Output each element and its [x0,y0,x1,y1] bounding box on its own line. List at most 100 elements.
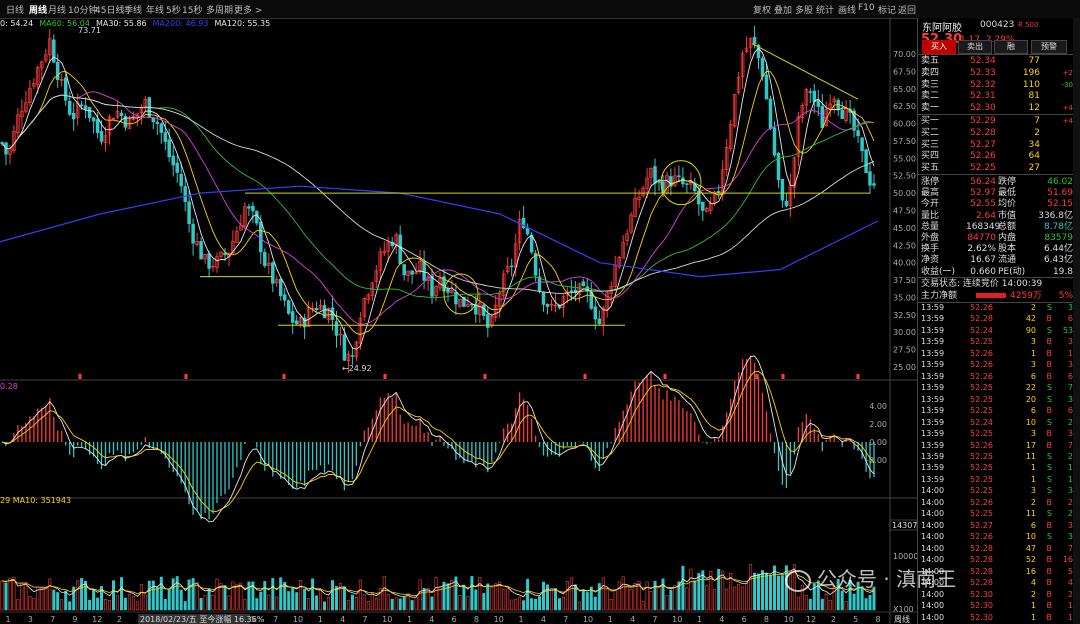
period-tab-5[interactable]: 季线 [124,3,142,16]
candle-body [247,206,251,209]
side-strip[interactable] [1073,18,1080,624]
tick-price: 52.30 [970,612,993,622]
toolbar-action-0[interactable]: 复权 [753,3,771,16]
tick-time: 13:59 [921,474,945,484]
toolbar-action-2[interactable]: 多股 [795,3,813,16]
period-tab-0[interactable]: 日线 [6,3,24,16]
quote-label: 均价 [998,199,1017,210]
volume-bar [8,577,12,611]
volume-bar [346,599,350,611]
candle-body [95,119,100,133]
volume-bar [534,598,538,611]
quote-row: 量比 2.64 市值 336.8亿 [918,210,1074,222]
volume-bar [366,601,370,611]
volume-bar [418,579,422,611]
tick-row: 14:00 52.28 47 B 7 [918,544,1074,553]
xaxis-tick-label: 1 [608,615,613,624]
toolbar-action-1[interactable]: 叠加 [774,3,792,16]
volume-bar [530,598,534,611]
tick-side: B [1046,566,1053,576]
xaxis-tick-label: 4 [630,615,635,624]
tick-price: 52.28 [970,555,993,565]
volume-bar [585,592,589,611]
ask-volume: 110 [1022,79,1040,90]
trade-button-3[interactable]: 预警 [1031,40,1067,54]
quote-value: 6.43亿 [1043,255,1073,266]
volume-bar [450,580,454,611]
volume-bar [318,589,322,611]
tick-row: 13:59 52.25 3 B 3 [918,429,1074,438]
toolbar-action-6[interactable]: 标记 [878,3,896,16]
xaxis-tick-label: 8 [474,615,479,624]
volume-bar [458,595,462,611]
period-tab-2[interactable]: 月线 [48,3,66,16]
tick-price: 52.24 [970,325,993,335]
candle-body [183,186,187,202]
tick-side: S [1046,532,1052,542]
period-tab-7[interactable]: 5秒 [166,3,181,16]
quote-value: 0.660 [970,266,996,277]
trade-button-0[interactable]: 买入 [922,40,956,54]
toolbar-action-5[interactable]: F10 [858,3,875,13]
volume-bar [764,572,768,611]
volume-ma5-line [1,568,875,598]
volume-bar [756,573,760,611]
volume-bar [374,597,378,611]
toolbar-action-4[interactable]: 画线 [838,3,856,16]
price-axis-label: 27.50 [893,346,916,355]
volume-bar [697,573,701,611]
volume-bar [434,577,438,611]
tick-volume: 47 [1025,543,1036,553]
volume-bar [629,589,633,611]
quote-value: 2.62% [967,244,996,255]
volume-bar [203,595,207,611]
quote-label: 涨停 [921,177,940,187]
period-tab-10[interactable]: 更多 > [234,3,262,16]
candle-body [402,264,406,276]
toolbar-action-3[interactable]: 统计 [816,3,834,16]
volume-bar [776,575,780,611]
period-tab-1[interactable]: 周线 [29,3,47,16]
candle-body [79,104,84,106]
quote-row: 最高 52.97 最低 51.69 [918,187,1074,199]
tick-side: S [1046,302,1052,312]
bid-volume: 27 [1028,163,1040,174]
xaxis-tick-label: 10 [293,615,303,624]
tick-volume: 1 [1030,474,1036,484]
xaxis-tick-label: 7 [563,615,568,624]
xaxis-tick-label: 1 [697,615,702,624]
period-tab-4[interactable]: 45日线 [95,3,124,16]
event-marker [583,374,587,379]
ma60-line [1,94,875,299]
candle-body [187,201,191,225]
ma-legend-item-1: MA60: 56.04 [39,19,90,28]
period-tab-3[interactable]: 10分钟 [68,3,97,16]
quote-value: 2.64 [975,210,996,221]
volume-bar [526,578,530,611]
candle-body [282,294,287,301]
period-tab-8[interactable]: 15秒 [182,3,202,16]
volume-bar [382,576,386,611]
candle-body [681,177,685,185]
volume-bar [92,589,96,611]
trade-button-2[interactable]: 融 [994,40,1028,54]
period-tab-9[interactable]: 多周期 [206,3,233,16]
candle-body [701,201,705,211]
quote-value: 52.15 [1047,199,1073,210]
ask-row: 卖二 52.31 81 [918,90,1074,102]
bid-price: 52.25 [970,163,996,174]
tick-row: 13:59 52.24 10 S 2 [918,418,1074,427]
tick-volume: 11 [1025,451,1036,461]
kline-chart[interactable]: 70.0067.5065.0062.5060.0057.5055.0052.50… [0,18,917,624]
tick-volume: 52 [1025,555,1036,565]
toolbar-action-7[interactable]: 返回 [898,3,916,16]
tick-count: 53 [1062,325,1073,335]
tick-time: 14:00 [921,612,945,622]
volume-bar [844,601,848,611]
trade-button-1[interactable]: 卖出 [958,40,992,54]
quote-label: 收益(一) [921,266,956,277]
tick-volume: 3 [1030,360,1036,370]
period-tab-6[interactable]: 年线 [146,3,164,16]
volume-bar [669,589,673,611]
volume-bar [247,581,251,611]
